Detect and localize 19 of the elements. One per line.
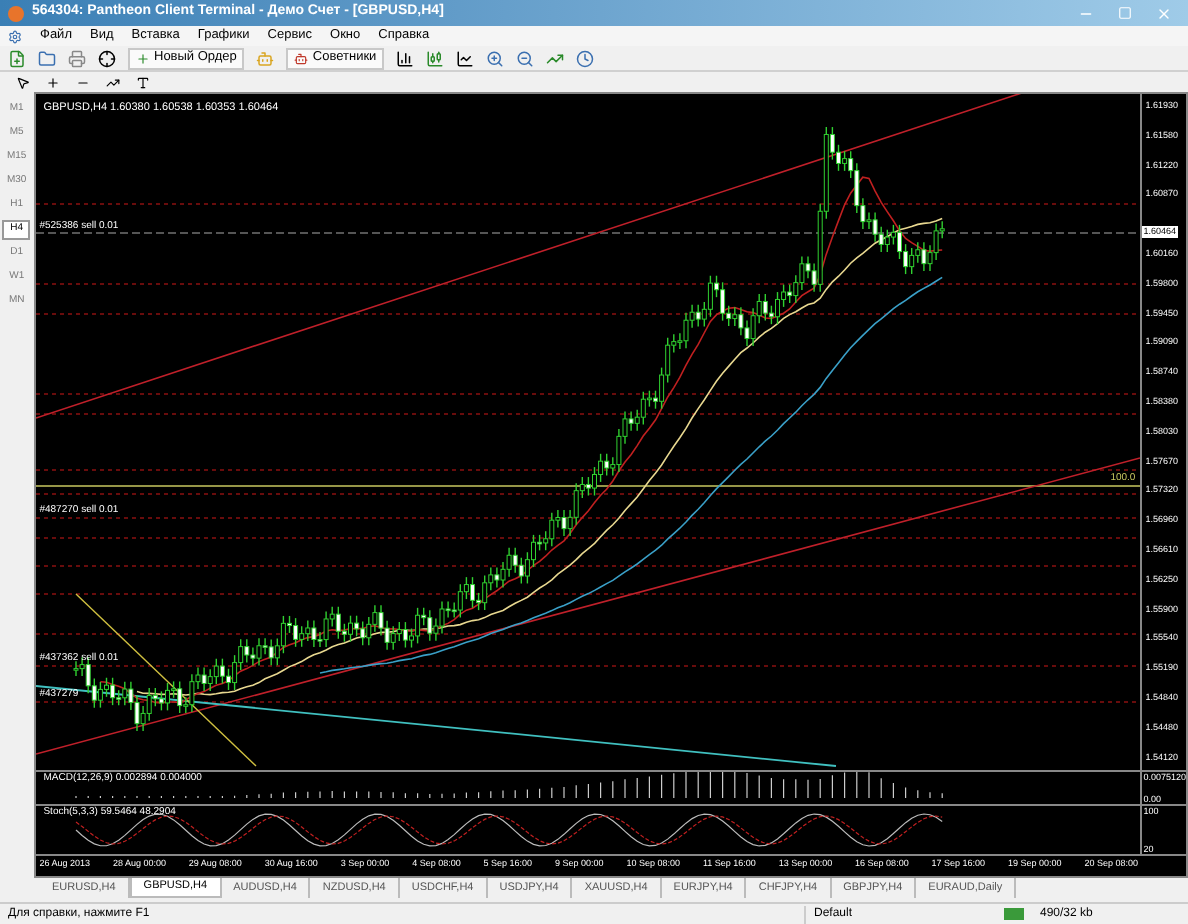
new-chart-icon[interactable] (8, 49, 26, 67)
robot-icon (294, 51, 309, 65)
crosshair-icon[interactable] (98, 49, 116, 67)
menu-app-icon[interactable] (8, 29, 22, 43)
candlestick-icon[interactable] (426, 49, 445, 67)
plus-icon (136, 51, 150, 65)
zoom-in-icon[interactable] (486, 49, 505, 67)
profiles-icon[interactable] (38, 49, 56, 67)
text-tool-icon[interactable] (136, 75, 150, 89)
clock-icon[interactable] (576, 49, 595, 67)
bar-chart-icon[interactable] (396, 49, 415, 67)
connection-icon (1004, 908, 1024, 920)
trendline-icon[interactable] (106, 75, 120, 89)
zoom-out-icon[interactable] (516, 49, 535, 67)
app-icon (8, 5, 24, 21)
line-chart-icon[interactable] (456, 49, 475, 67)
printer-icon[interactable] (68, 49, 86, 67)
cursor-icon[interactable] (16, 75, 30, 89)
indicators-icon[interactable] (546, 49, 565, 67)
